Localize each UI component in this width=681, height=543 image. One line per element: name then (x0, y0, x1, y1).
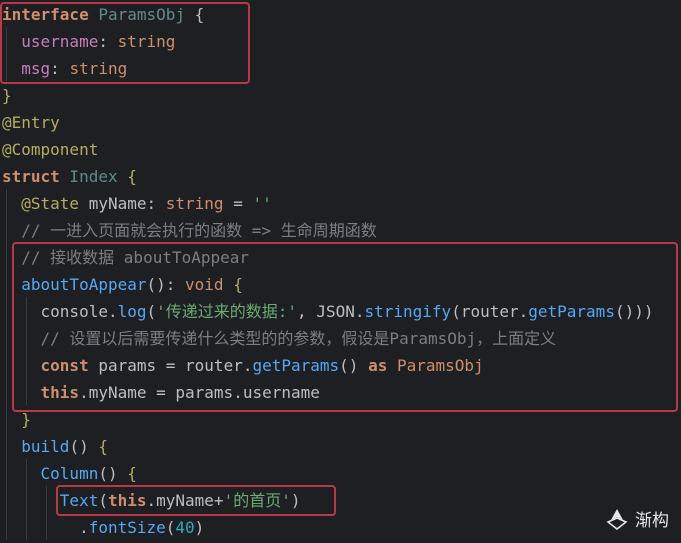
code-token: @Component (2, 140, 99, 159)
code-token: struct (2, 167, 60, 186)
code-line: } (2, 82, 12, 109)
code-token: } (2, 86, 12, 105)
code-token: () (69, 437, 99, 456)
code-token: @State (2, 194, 80, 213)
code-line: @Component (2, 136, 98, 163)
code-token: Column (2, 464, 99, 483)
code-token: : (146, 194, 166, 213)
watermark: 渐构 (605, 506, 669, 531)
code-token: @Entry (2, 113, 60, 132)
code-token: '' (252, 194, 272, 213)
code-token: { (127, 464, 137, 483)
code-line: .fontSize(40) (2, 514, 204, 541)
code-token: { (98, 437, 108, 456)
code-token: . (2, 518, 89, 537)
code-token: = (223, 194, 253, 213)
code-token: // 一进入页面就会执行的函数 => 生命周期函数 (2, 221, 377, 240)
code-token: build (2, 437, 70, 456)
code-line: @State myName: string = '' (2, 190, 272, 217)
watermark-text: 渐构 (635, 511, 669, 531)
code-token: 40 (175, 518, 195, 537)
code-token: { (127, 167, 137, 186)
leaf-logo-icon (605, 508, 629, 530)
highlight-box-about-to-appear (12, 242, 678, 412)
code-token: fontSize (88, 518, 166, 537)
code-token: ) (194, 518, 205, 537)
code-token: () (98, 464, 128, 483)
code-line: struct Index { (2, 163, 137, 190)
code-token: myName (79, 194, 147, 213)
highlight-box-interface (0, 2, 250, 84)
code-line: Column() { (2, 460, 137, 487)
highlight-box-text (56, 485, 336, 516)
code-editor[interactable]: interface ParamsObj { username: string m… (0, 0, 681, 543)
code-token: } (2, 410, 31, 429)
code-line: build() { (2, 433, 108, 460)
code-token: Index (59, 167, 128, 186)
code-line: @Entry (2, 109, 60, 136)
code-token: ( (165, 518, 176, 537)
code-line: // 一进入页面就会执行的函数 => 生命周期函数 (2, 217, 377, 244)
code-token: string (165, 194, 224, 213)
